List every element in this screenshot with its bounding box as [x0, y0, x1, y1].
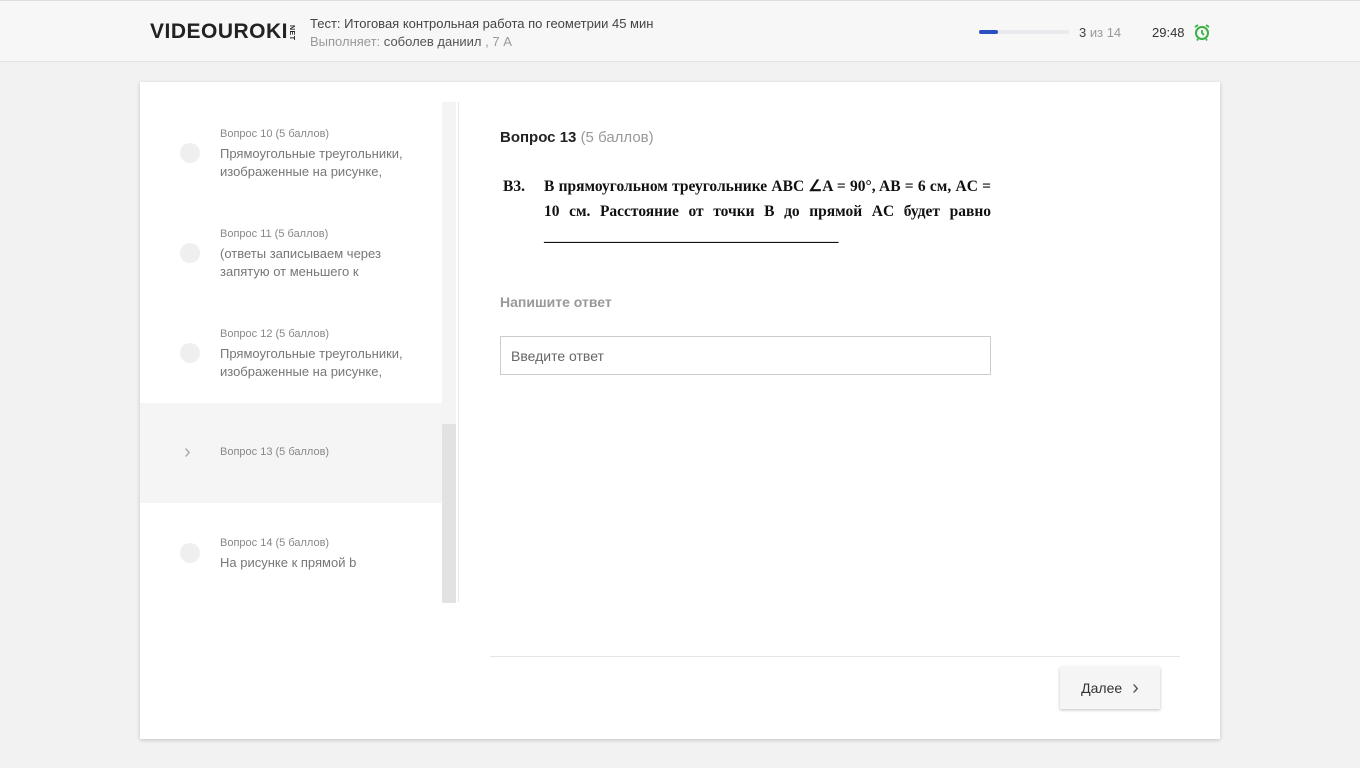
question-counter: 3 из 14 — [1079, 25, 1121, 40]
counter-total: из 14 — [1089, 25, 1122, 40]
item-text: (ответы записываем через запятую от мень… — [220, 246, 381, 279]
header: VIDEOUROKINET Тест: Итоговая контрольная… — [0, 0, 1360, 62]
performer-name: соболев даниил — [383, 34, 482, 49]
item-text: Прямоугольные треугольники, изображенные… — [220, 346, 403, 379]
item-header: Вопрос 14 (5 баллов) — [220, 537, 330, 549]
question-card: Вопрос 10 (5 баллов) Прямоугольные треуг… — [140, 82, 1220, 739]
performer-class: , 7 А — [485, 34, 512, 49]
question-list: Вопрос 10 (5 баллов) Прямоугольные треуг… — [140, 102, 443, 602]
alarm-clock-icon — [1194, 24, 1210, 41]
question-title: Вопрос 13 (5 баллов) — [500, 129, 654, 146]
question-number: Вопрос 13 — [500, 129, 577, 146]
status-dot — [180, 343, 200, 363]
task-text: В прямоугольном треугольнике ABC ∠A = 90… — [544, 178, 991, 245]
question-image: B3. В прямоугольном треугольнике ABC ∠A … — [500, 174, 1000, 246]
question-list-item-active[interactable]: › Вопрос 13 (5 баллов) — [140, 403, 443, 503]
videouroki-logo[interactable]: VIDEOUROKINET — [150, 20, 295, 44]
next-button[interactable]: Далее › — [1060, 667, 1160, 709]
item-header: Вопрос 12 (5 баллов) — [220, 328, 330, 340]
question-list-item[interactable]: Вопрос 12 (5 баллов) Прямоугольные треуг… — [140, 302, 443, 402]
item-text: Прямоугольные треугольники, изображенные… — [220, 146, 403, 179]
question-list-item[interactable]: Вопрос 10 (5 баллов) Прямоугольные треуг… — [140, 102, 443, 202]
question-list-item[interactable]: Вопрос 11 (5 баллов) (ответы записываем … — [140, 202, 443, 302]
status-dot — [180, 243, 200, 263]
item-header: Вопрос 11 (5 баллов) — [220, 228, 329, 240]
performer-info: Выполняет: соболев даниил , 7 А — [310, 34, 512, 49]
item-text: На рисунке к прямой b — [220, 555, 357, 570]
progress-fill — [979, 30, 998, 34]
question-list-item[interactable]: Вопрос 14 (5 баллов) На рисунке к прямой… — [140, 503, 443, 602]
item-header: Вопрос 13 (5 баллов) — [220, 446, 330, 458]
counter-current: 3 — [1079, 25, 1087, 40]
performer-label: Выполняет: — [310, 34, 381, 49]
answer-label: Напишите ответ — [500, 294, 612, 310]
progress-bar — [979, 30, 1069, 34]
chevron-right-icon: › — [184, 441, 191, 463]
divider — [490, 656, 1180, 657]
divider — [458, 102, 459, 602]
task-label: B3. — [503, 178, 525, 195]
status-dot — [180, 543, 200, 563]
status-dot — [180, 143, 200, 163]
test-title: Тест: Итоговая контрольная работа по гео… — [310, 16, 654, 31]
question-points: (5 баллов) — [580, 129, 654, 146]
chevron-right-icon: › — [1132, 676, 1139, 699]
answer-input[interactable] — [500, 336, 991, 375]
next-label: Далее — [1081, 680, 1123, 696]
timer: 29:48 — [1152, 25, 1185, 40]
item-header: Вопрос 10 (5 баллов) — [220, 128, 330, 140]
sidebar-scrollbar-thumb[interactable] — [442, 424, 456, 603]
